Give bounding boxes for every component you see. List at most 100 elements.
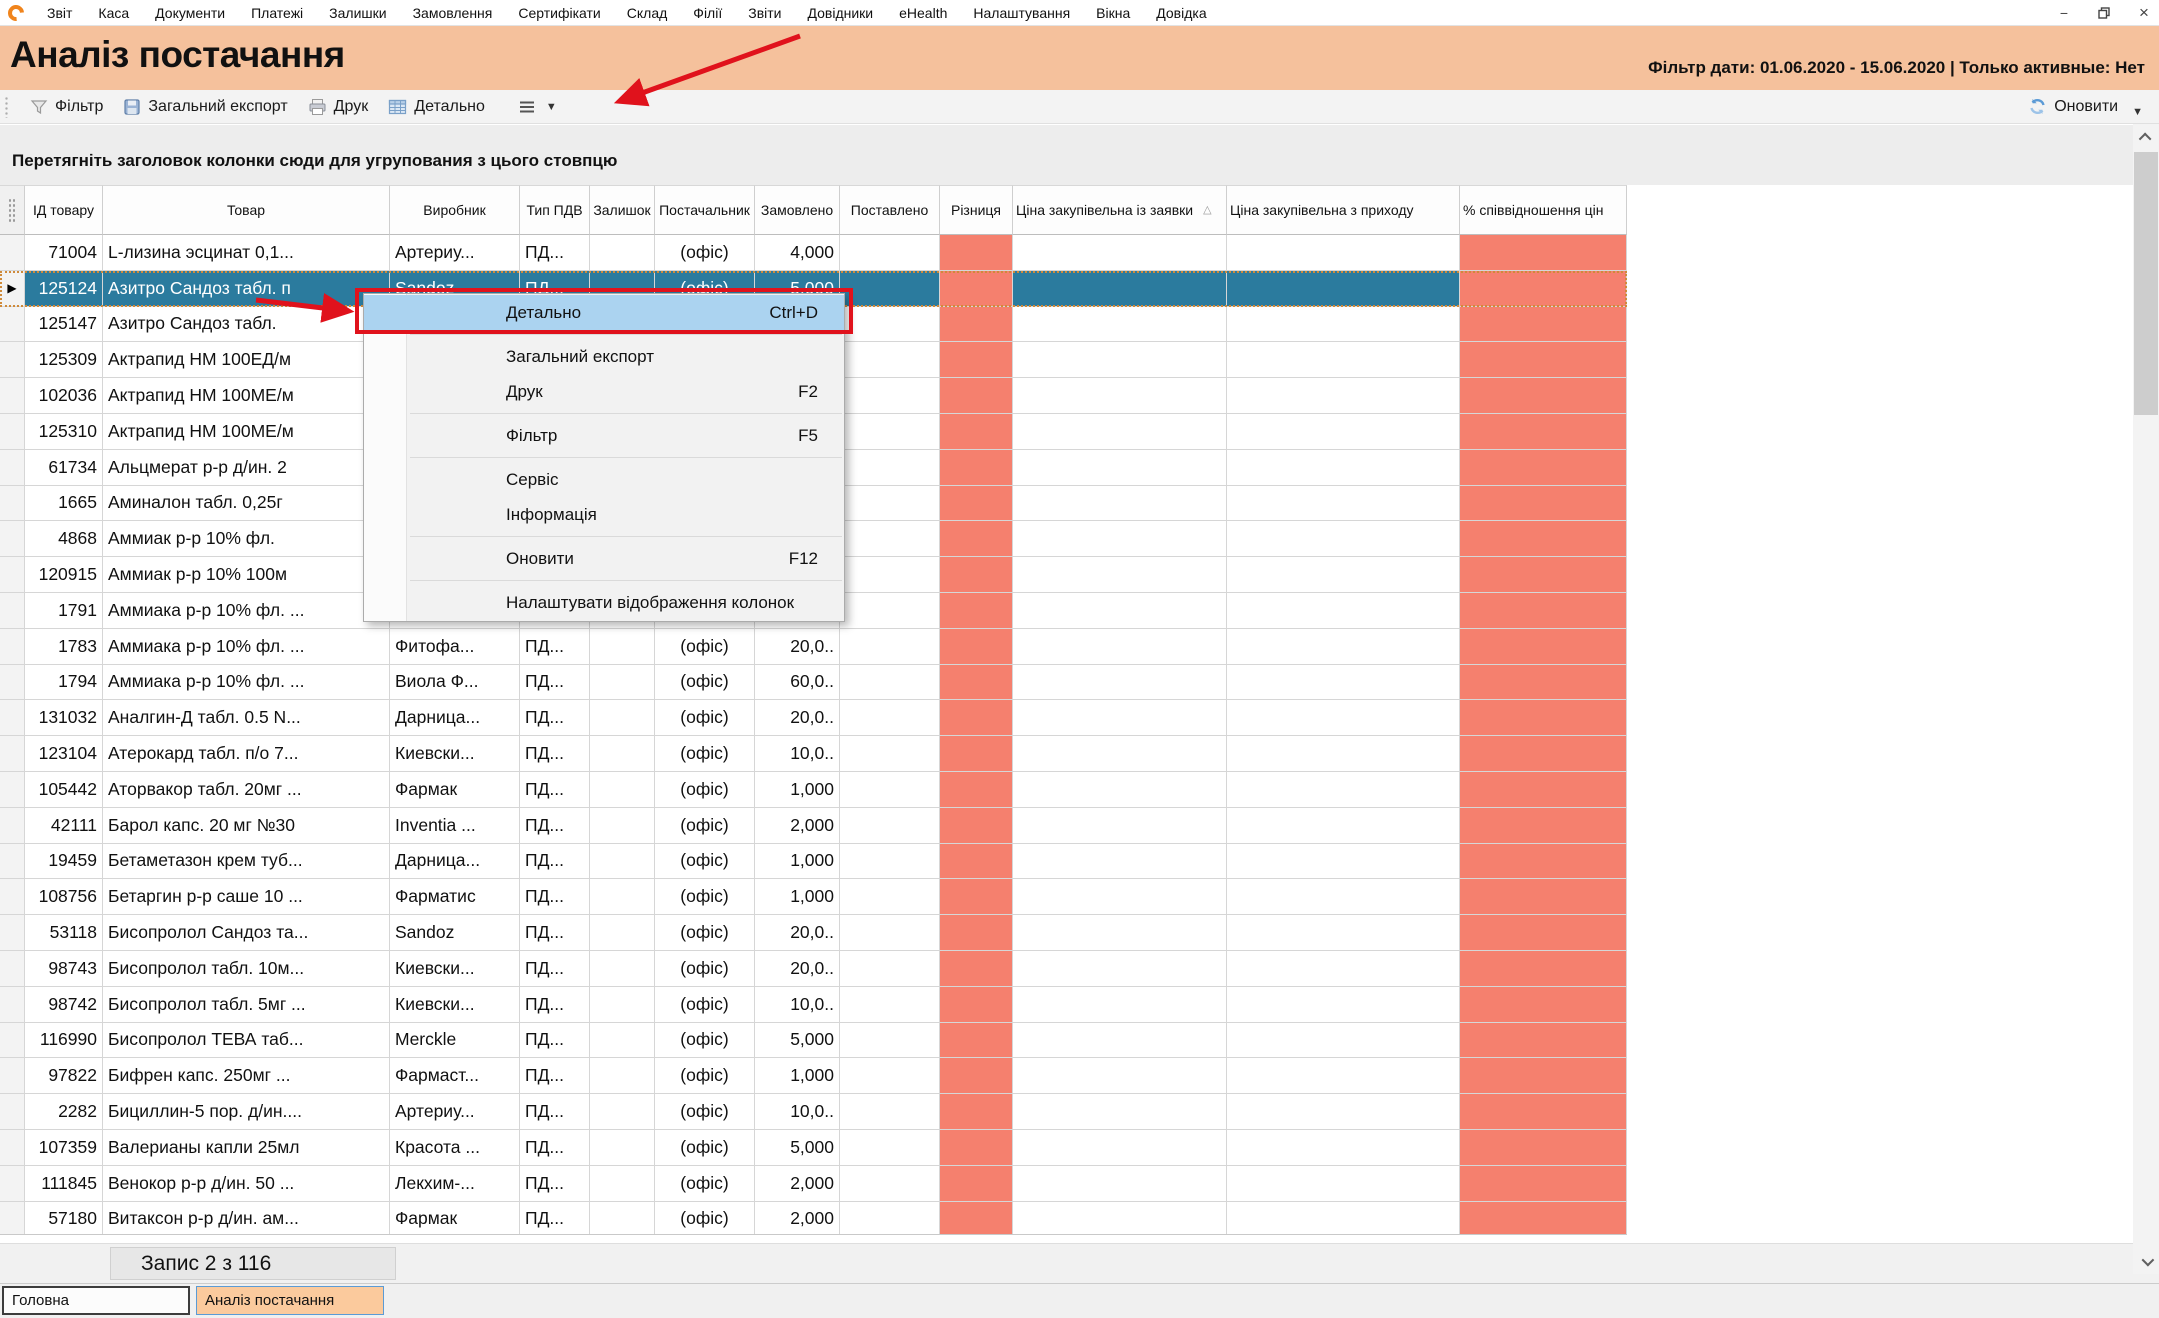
restore-button[interactable] xyxy=(2095,7,2113,19)
cell-price-income xyxy=(1227,557,1460,593)
column-header-ordered[interactable]: Замовлено xyxy=(755,185,840,235)
cell-vendor: Киевски... xyxy=(390,736,520,772)
menubar-item[interactable]: Склад xyxy=(614,2,681,24)
cell-vat: ПД... xyxy=(520,736,590,772)
menubar-item[interactable]: Довідники xyxy=(794,2,886,24)
table-row[interactable]: 42111Барол капс. 20 мг №30Inventia ...ПД… xyxy=(0,808,1627,844)
print-button[interactable]: Друк xyxy=(298,94,379,120)
table-row[interactable]: 123104Атерокард табл. п/о 7...Киевски...… xyxy=(0,736,1627,772)
column-header-label: Товар xyxy=(227,202,265,218)
sort-ascending-icon: △ xyxy=(1203,204,1211,217)
vertical-scrollbar[interactable] xyxy=(2133,124,2159,1274)
layout-list-button[interactable]: ▼ xyxy=(495,96,571,118)
minimize-button[interactable]: − xyxy=(2055,0,2073,26)
header-grip-icon xyxy=(8,198,16,222)
table-header-row: ІД товаруТоварВиробникТип ПДВЗалишокПост… xyxy=(0,185,1627,235)
scroll-up-button[interactable] xyxy=(2133,124,2159,150)
chevron-down-icon[interactable]: ▼ xyxy=(542,101,561,113)
details-button[interactable]: Детально xyxy=(378,94,495,120)
cell-ratio xyxy=(1460,951,1627,987)
tab-main[interactable]: Головна xyxy=(2,1286,190,1315)
cell-delivered xyxy=(840,772,940,808)
column-header-price_request[interactable]: Ціна закупівельна із заявки△ xyxy=(1013,185,1227,235)
cell-price-request xyxy=(1013,1058,1227,1094)
table-row[interactable]: 98742Бисопролол табл. 5мг ...Киевски...П… xyxy=(0,987,1627,1023)
annotation-highlight-box xyxy=(355,288,853,334)
table-row[interactable]: 57180Витаксон р-р д/ин. ам...ФармакПД...… xyxy=(0,1202,1627,1235)
table-row[interactable]: 2282Бициллин-5 пор. д/ин....Артериу...ПД… xyxy=(0,1094,1627,1130)
table-row[interactable]: 1783Аммиака р-р 10% фл. ...Фитофа...ПД..… xyxy=(0,629,1627,665)
menubar-item[interactable]: Філії xyxy=(680,2,735,24)
context-menu-item[interactable]: Загальний експорт xyxy=(364,339,844,374)
cell-stock xyxy=(590,844,655,880)
cell-supplier: (офіс) xyxy=(655,1166,755,1202)
toolbar-grip-icon[interactable] xyxy=(4,96,10,118)
cell-price-request xyxy=(1013,593,1227,629)
cell-price-income xyxy=(1227,235,1460,271)
table-row[interactable]: 105442Аторвакор табл. 20мг ...ФармакПД..… xyxy=(0,772,1627,808)
menubar-item[interactable]: Довідка xyxy=(1143,2,1219,24)
column-header-supplier[interactable]: Постачальник xyxy=(655,185,755,235)
menubar-item[interactable]: Налаштування xyxy=(960,2,1083,24)
column-header-vendor[interactable]: Виробник xyxy=(390,185,520,235)
cell-delivered xyxy=(840,700,940,736)
menubar-item[interactable]: Документи xyxy=(142,2,238,24)
table-row[interactable]: 1794Аммиака р-р 10% фл. ...Виола Ф...ПД.… xyxy=(0,665,1627,701)
menubar-item[interactable]: Залишки xyxy=(316,2,399,24)
table-row[interactable]: 108756Бетаргин р-р саше 10 ...ФарматисПД… xyxy=(0,879,1627,915)
cell-price-income xyxy=(1227,1202,1460,1235)
tab-supply-analysis[interactable]: Аналіз постачання xyxy=(196,1286,384,1315)
table-row[interactable]: 53118Бисопролол Сандоз та...SandozПД...(… xyxy=(0,915,1627,951)
cell-product: Венокор р-р д/ин. 50 ... xyxy=(103,1166,390,1202)
group-by-hint: Перетягніть заголовок колонки сюди для у… xyxy=(12,151,617,171)
menubar-item[interactable]: eHealth xyxy=(886,2,960,24)
refresh-button[interactable]: Оновити xyxy=(2018,93,2128,120)
menubar-item[interactable]: Вікна xyxy=(1083,2,1143,24)
cell-supplier: (офіс) xyxy=(655,808,755,844)
context-menu-item[interactable]: Інформація xyxy=(364,497,844,532)
table-row[interactable]: 97822Бифрен капс. 250мг ...Фармаст...ПД.… xyxy=(0,1058,1627,1094)
cell-ratio xyxy=(1460,307,1627,343)
menubar-item[interactable]: Каса xyxy=(85,2,142,24)
menubar-item[interactable]: Звіт xyxy=(34,2,85,24)
column-header-vat[interactable]: Тип ПДВ xyxy=(520,185,590,235)
menubar-item[interactable]: Платежі xyxy=(238,2,316,24)
row-indicator-cell xyxy=(0,736,25,772)
table-row[interactable]: 131032Аналгин-Д табл. 0.5 N...Дарница...… xyxy=(0,700,1627,736)
column-header-product[interactable]: Товар xyxy=(103,185,390,235)
cell-price-income xyxy=(1227,772,1460,808)
menubar-item[interactable]: Замовлення xyxy=(400,2,506,24)
export-button[interactable]: Загальний експорт xyxy=(113,94,297,120)
table-row[interactable]: 116990Бисопролол ТЕВА таб...MerckleПД...… xyxy=(0,1023,1627,1059)
context-menu-item[interactable]: ОновитиF12 xyxy=(364,541,844,576)
refresh-dropdown-icon[interactable]: ▼ xyxy=(2128,106,2147,118)
table-row[interactable]: 107359Валерианы капли 25млКрасота ...ПД.… xyxy=(0,1130,1627,1166)
column-header-ratio[interactable]: % співвідношення цін xyxy=(1460,185,1627,235)
scroll-down-button[interactable] xyxy=(2133,1248,2159,1274)
cell-product: Аминалон табл. 0,25г xyxy=(103,486,390,522)
cell-ordered: 60,0.. xyxy=(755,665,840,701)
context-menu-item[interactable]: ДрукF2 xyxy=(364,374,844,409)
table-row[interactable]: 111845Венокор р-р д/ин. 50 ...Лекхим-...… xyxy=(0,1166,1627,1202)
context-menu-item[interactable]: ФільтрF5 xyxy=(364,418,844,453)
cell-vendor: Лекхим-... xyxy=(390,1166,520,1202)
context-menu-item[interactable]: Сервіс xyxy=(364,462,844,497)
column-header-label: Ціна закупівельна з приходу xyxy=(1230,202,1414,218)
filter-button[interactable]: Фільтр xyxy=(20,94,113,120)
menubar-item[interactable]: Звіти xyxy=(735,2,794,24)
table-row[interactable]: 19459Бетаметазон крем туб...Дарница...ПД… xyxy=(0,844,1627,880)
menubar-item[interactable]: Сертифікати xyxy=(505,2,613,24)
column-header-diff[interactable]: Різниця xyxy=(940,185,1013,235)
column-header-stock[interactable]: Залишок xyxy=(590,185,655,235)
column-header-delivered[interactable]: Поставлено xyxy=(840,185,940,235)
table-row[interactable]: 71004L-лизина эсцинат 0,1...Артериу...ПД… xyxy=(0,235,1627,271)
context-menu-item[interactable]: Налаштувати відображення колонок xyxy=(364,585,844,620)
column-header-price_income[interactable]: Ціна закупівельна з приходу xyxy=(1227,185,1460,235)
floppy-icon xyxy=(123,98,141,116)
table-row[interactable]: 98743Бисопролол табл. 10м...Киевски...ПД… xyxy=(0,951,1627,987)
cell-vat: ПД... xyxy=(520,1058,590,1094)
column-header-id[interactable]: ІД товару xyxy=(25,185,103,235)
group-by-panel[interactable]: Перетягніть заголовок колонки сюди для у… xyxy=(0,125,2133,185)
scrollbar-thumb[interactable] xyxy=(2134,152,2158,415)
close-button[interactable]: × xyxy=(2135,0,2153,26)
